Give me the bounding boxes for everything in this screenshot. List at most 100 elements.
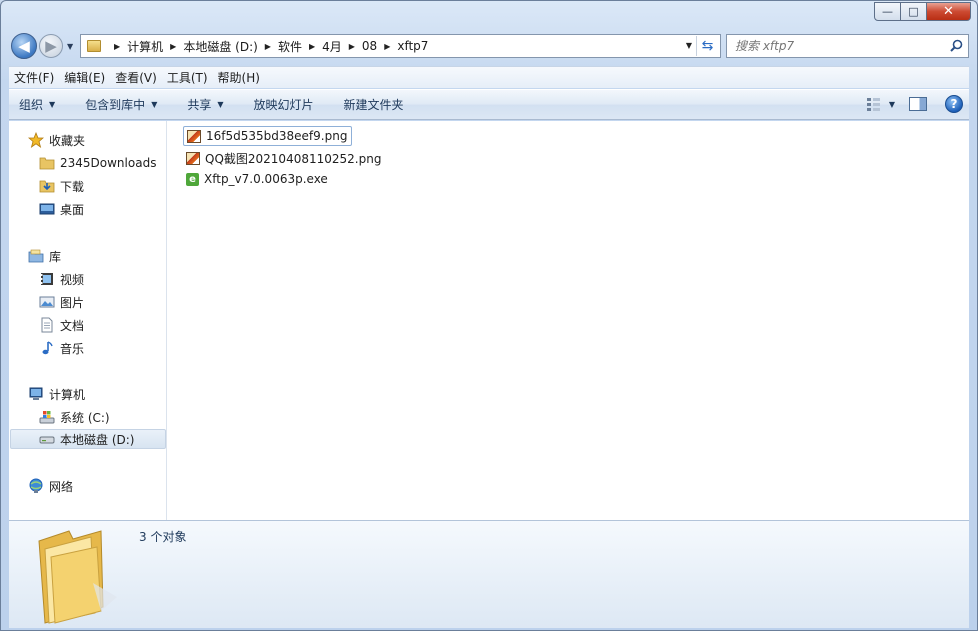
menu-tools[interactable]: 工具(T): [162, 69, 213, 86]
preview-pane-icon[interactable]: [909, 97, 927, 111]
nav-network[interactable]: 网络: [28, 476, 73, 496]
file-name: QQ截图20210408110252.png: [205, 151, 382, 166]
nav-item-pictures[interactable]: 图片: [39, 292, 84, 312]
forward-button[interactable]: ▶: [39, 34, 63, 58]
include-in-library-label: 包含到库中: [85, 98, 146, 112]
chevron-right-icon[interactable]: ▶: [114, 42, 120, 51]
file-item[interactable]: QQ截图20210408110252.png: [183, 148, 385, 168]
file-item[interactable]: e Xftp_v7.0.0063p.exe: [183, 169, 332, 189]
image-file-icon: [187, 129, 201, 143]
folder-icon: [39, 157, 55, 170]
menu-file[interactable]: 文件(F): [9, 69, 59, 86]
dropdown-arrow-icon: ▼: [217, 100, 224, 109]
nav-libraries[interactable]: 库: [28, 246, 61, 266]
nav-favorites-label: 收藏夹: [49, 133, 86, 148]
large-folder-icon: [38, 530, 117, 624]
breadcrumb-computer[interactable]: 计算机: [127, 38, 163, 55]
slideshow-button[interactable]: 放映幻灯片: [234, 96, 324, 113]
close-button[interactable]: ✕: [927, 2, 971, 21]
maximize-button[interactable]: □: [901, 2, 927, 21]
file-name: 16f5d535bd38eef9.png: [206, 129, 348, 143]
chevron-right-icon[interactable]: ▶: [309, 42, 315, 51]
address-bar[interactable]: ▶ 计算机 ▶ 本地磁盘 (D:) ▶ 软件 ▶ 4月 ▶ 08 ▶ xftp7…: [80, 34, 721, 58]
details-pane: 3 个对象: [9, 520, 969, 628]
nav-item-music[interactable]: 音乐: [39, 338, 84, 358]
address-dropdown-icon[interactable]: ▼: [686, 41, 692, 50]
system-drive-icon: [39, 411, 55, 424]
star-icon: [28, 132, 44, 148]
search-input[interactable]: [735, 39, 945, 53]
library-icon: [28, 249, 44, 263]
chevron-right-icon[interactable]: ▶: [384, 42, 390, 51]
nav-item-label: 本地磁盘 (D:): [60, 432, 135, 447]
xftp-exe-icon: e: [186, 172, 199, 186]
menu-edit[interactable]: 编辑(E): [59, 69, 110, 86]
file-name: Xftp_v7.0.0063p.exe: [204, 172, 328, 186]
nav-computer[interactable]: 计算机: [28, 384, 85, 404]
nav-item-label: 桌面: [60, 202, 85, 217]
command-bar: 组织 ▼ 包含到库中 ▼ 共享 ▼ 放映幻灯片 新建文件夹 ▼ ?: [9, 89, 969, 120]
change-view-icon[interactable]: [863, 94, 885, 114]
breadcrumb-april[interactable]: 4月: [322, 38, 342, 55]
nav-libraries-label: 库: [49, 249, 62, 264]
share-button[interactable]: 共享 ▼: [167, 96, 233, 113]
back-button[interactable]: ◀: [11, 33, 37, 59]
nav-item-drive-d[interactable]: 本地磁盘 (D:): [10, 429, 166, 449]
desktop-icon: [39, 203, 55, 215]
item-count: 3 个对象: [139, 530, 187, 544]
music-icon: [42, 341, 53, 355]
nav-item-label: 文档: [60, 318, 85, 333]
chevron-right-icon[interactable]: ▶: [349, 42, 355, 51]
breadcrumb-software[interactable]: 软件: [278, 38, 302, 55]
image-file-icon: [186, 151, 200, 165]
share-label: 共享: [187, 98, 212, 112]
caption-buttons: — □ ✕: [874, 2, 971, 21]
nav-item-documents[interactable]: 文档: [39, 315, 84, 335]
nav-item-label: 2345Downloads: [60, 156, 157, 170]
nav-item-2345downloads[interactable]: 2345Downloads: [39, 153, 156, 173]
document-icon: [41, 317, 53, 333]
nav-network-label: 网络: [49, 479, 74, 494]
computer-icon: [29, 387, 43, 400]
breadcrumb-xftp7[interactable]: xftp7: [397, 39, 428, 53]
organize-label: 组织: [19, 98, 44, 112]
dropdown-arrow-icon: ▼: [151, 100, 158, 109]
video-icon: [41, 273, 53, 285]
breadcrumb-08[interactable]: 08: [362, 39, 377, 53]
nav-favorites[interactable]: 收藏夹: [28, 130, 85, 150]
nav-item-label: 音乐: [60, 341, 85, 356]
picture-icon: [39, 296, 55, 308]
explorer-window: — □ ✕ ◀ ▶ ▼ ▶ 计算机 ▶ 本地磁盘 (D:) ▶ 软件 ▶ 4月 …: [0, 0, 978, 631]
navigation-row: ◀ ▶ ▼ ▶ 计算机 ▶ 本地磁盘 (D:) ▶ 软件 ▶ 4月 ▶ 08 ▶…: [1, 31, 977, 63]
new-folder-button[interactable]: 新建文件夹: [324, 96, 414, 113]
recent-pages-dropdown-icon[interactable]: ▼: [67, 42, 73, 51]
nav-item-downloads[interactable]: 下载: [39, 176, 84, 196]
folder-icon: [87, 40, 101, 52]
chevron-right-icon[interactable]: ▶: [265, 42, 271, 51]
nav-item-label: 系统 (C:): [60, 410, 110, 425]
nav-computer-label: 计算机: [49, 387, 86, 402]
search-box[interactable]: [726, 34, 969, 58]
nav-item-label: 下载: [60, 179, 85, 194]
menu-help[interactable]: 帮助(H): [213, 69, 265, 86]
nav-item-videos[interactable]: 视频: [39, 269, 84, 289]
search-icon[interactable]: [950, 39, 963, 52]
nav-item-desktop[interactable]: 桌面: [39, 199, 84, 219]
menu-view[interactable]: 查看(V): [110, 69, 162, 86]
drive-icon: [39, 436, 55, 444]
nav-item-label: 图片: [60, 295, 85, 310]
organize-button[interactable]: 组织 ▼: [9, 96, 65, 113]
navigation-pane: 收藏夹 2345Downloads 下载 桌面 库 视频 图片 文档 音乐 计算…: [9, 121, 167, 520]
file-item[interactable]: 16f5d535bd38eef9.png: [183, 126, 353, 146]
help-icon[interactable]: ?: [945, 95, 963, 113]
nav-item-drive-c[interactable]: 系统 (C:): [39, 407, 110, 427]
minimize-button[interactable]: —: [874, 2, 901, 21]
chevron-right-icon[interactable]: ▶: [170, 42, 176, 51]
include-in-library-button[interactable]: 包含到库中 ▼: [65, 96, 167, 113]
view-controls: ▼ ?: [863, 94, 963, 114]
view-dropdown-icon[interactable]: ▼: [889, 100, 895, 109]
menu-bar: 文件(F) 编辑(E) 查看(V) 工具(T) 帮助(H): [9, 66, 969, 88]
breadcrumb-drive-d[interactable]: 本地磁盘 (D:): [183, 38, 257, 55]
refresh-icon[interactable]: ⇆: [696, 36, 718, 56]
file-list: 16f5d535bd38eef9.png QQ截图20210408110252.…: [167, 121, 969, 520]
